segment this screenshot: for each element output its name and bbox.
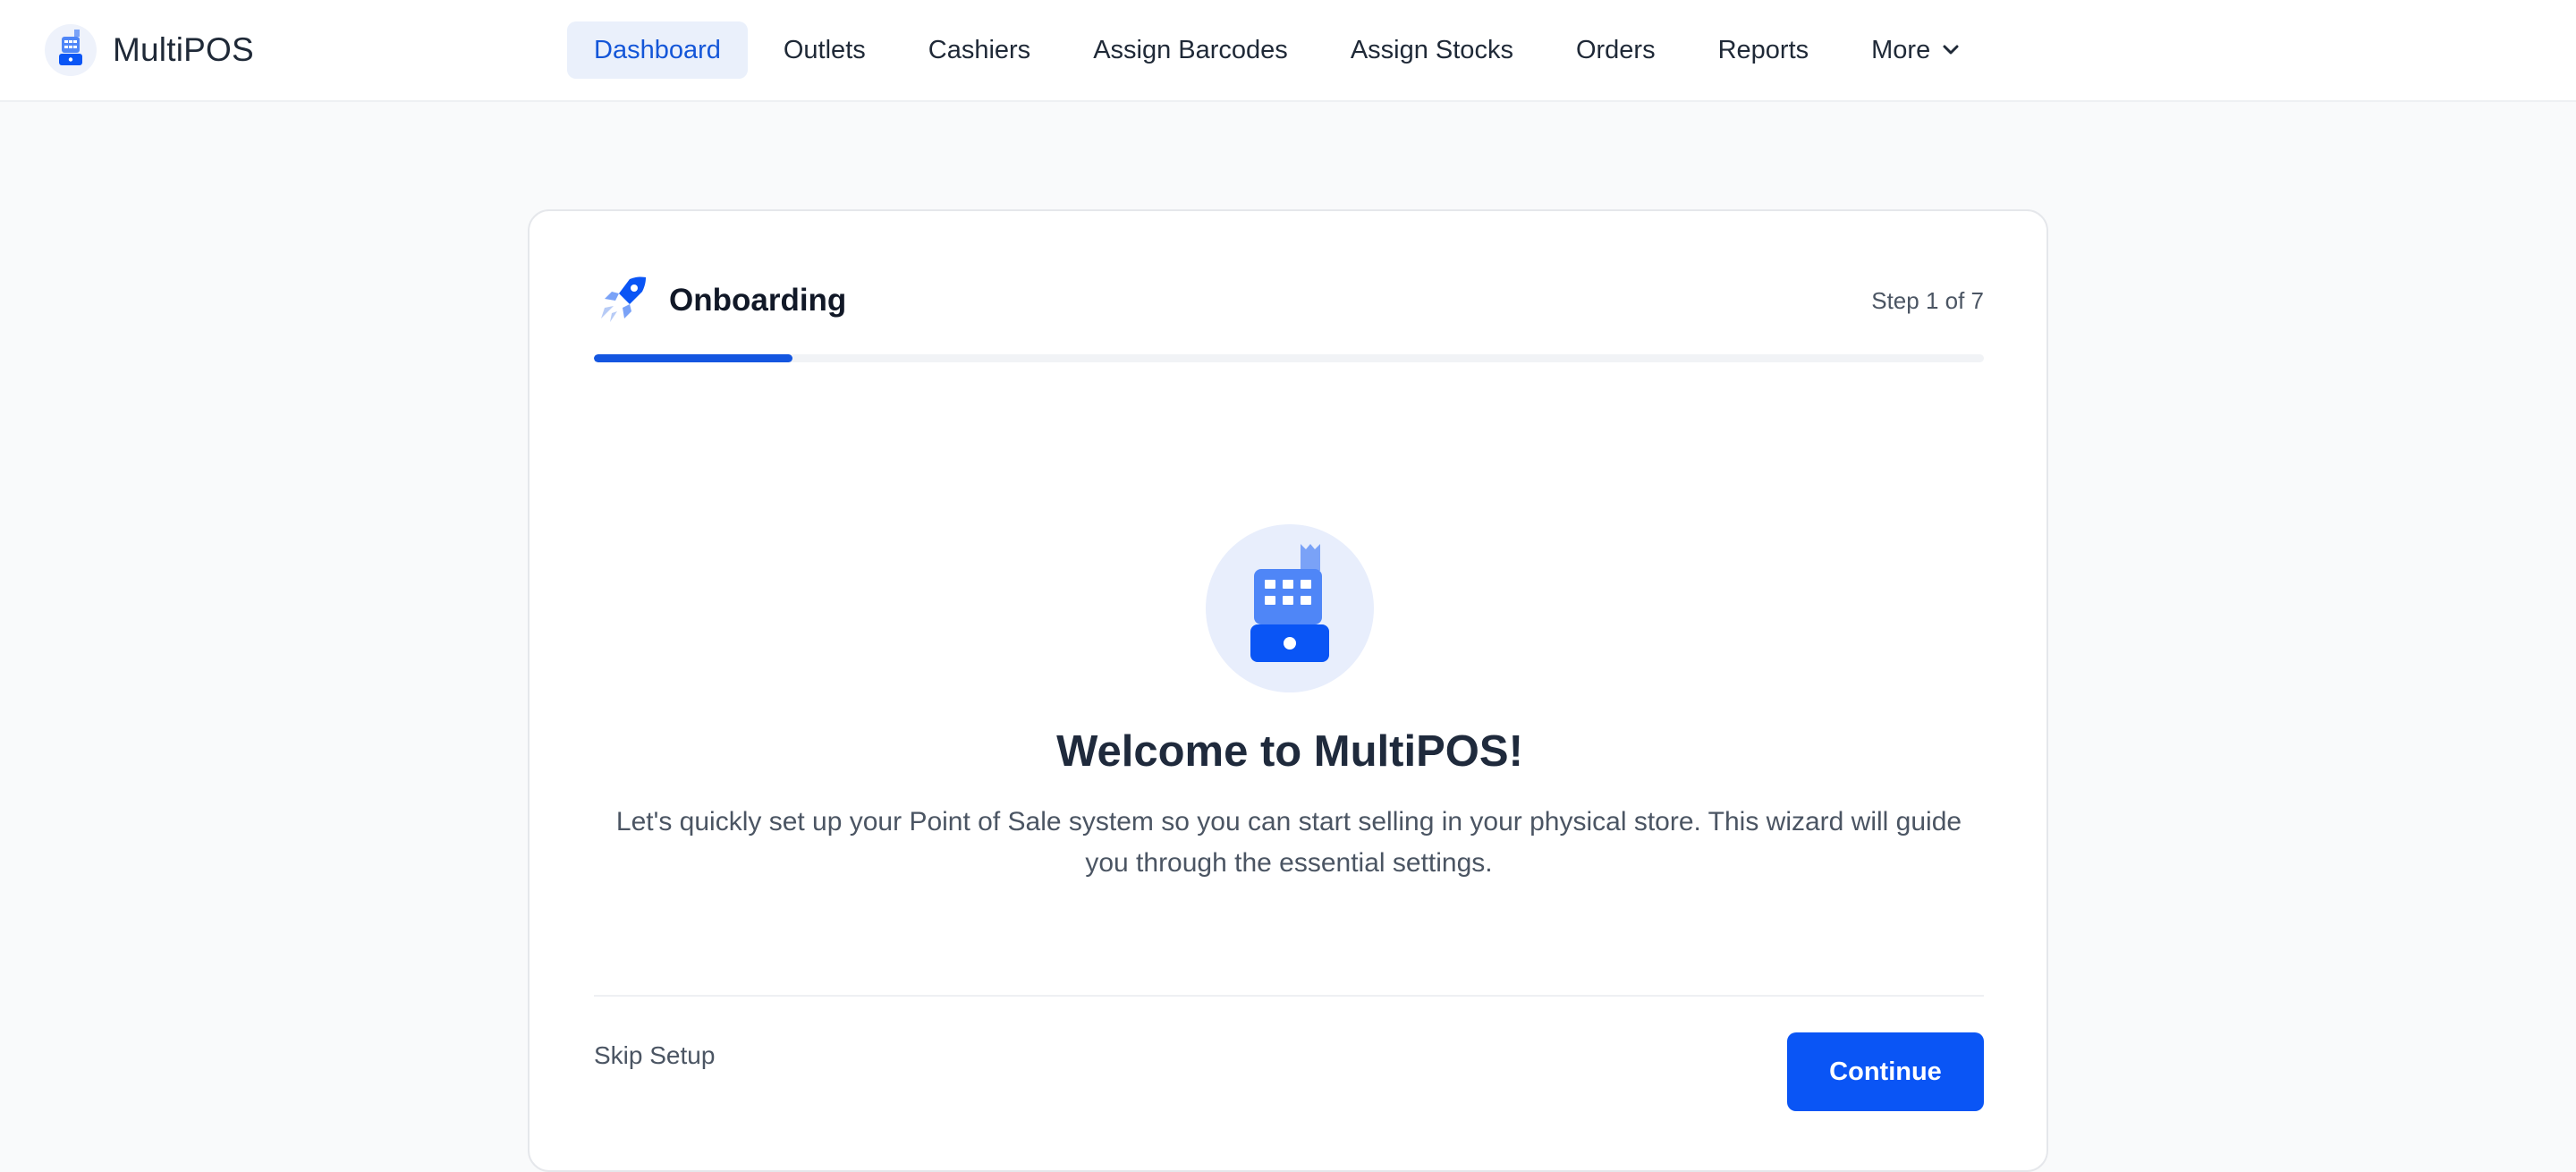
skip-setup-link[interactable]: Skip Setup bbox=[594, 1032, 715, 1079]
nav-item-label: Dashboard bbox=[594, 35, 721, 64]
nav-item-label: Assign Stocks bbox=[1350, 35, 1513, 64]
chevron-down-icon bbox=[1941, 40, 1961, 60]
cash-register-icon bbox=[45, 24, 97, 76]
welcome-title: Welcome to MultiPOS! bbox=[1056, 727, 1523, 776]
nav-item-dashboard[interactable]: Dashboard bbox=[567, 21, 748, 79]
onboarding-title-text: Onboarding bbox=[669, 283, 847, 318]
nav-item-label: Outlets bbox=[783, 35, 866, 64]
nav-item-label: Reports bbox=[1717, 35, 1809, 64]
top-navigation-bar: MultiPOS Dashboard Outlets Cashiers Assi… bbox=[0, 0, 2576, 102]
onboarding-title: Onboarding bbox=[594, 272, 846, 329]
step-indicator: Step 1 of 7 bbox=[1871, 286, 1984, 314]
welcome-description: Let's quickly set up your Point of Sale … bbox=[615, 807, 1962, 878]
nav-item-label: Assign Barcodes bbox=[1093, 35, 1288, 64]
nav-item-label: Cashiers bbox=[928, 35, 1031, 64]
nav-item-more[interactable]: More bbox=[1844, 21, 1987, 79]
nav-item-label: More bbox=[1871, 35, 1931, 64]
nav-item-assign-stocks[interactable]: Assign Stocks bbox=[1324, 21, 1540, 79]
nav-item-assign-barcodes[interactable]: Assign Barcodes bbox=[1066, 21, 1315, 79]
onboarding-card: Onboarding Step 1 of 7 Welcome to MultiP… bbox=[528, 209, 2048, 1172]
progress-fill bbox=[594, 354, 792, 362]
brand[interactable]: MultiPOS bbox=[45, 23, 254, 77]
brand-name: MultiPOS bbox=[113, 31, 254, 68]
footer-divider bbox=[594, 995, 1984, 997]
nav-item-outlets[interactable]: Outlets bbox=[757, 21, 893, 79]
card-header: Onboarding Step 1 of 7 bbox=[594, 272, 1984, 329]
nav-item-label: Orders bbox=[1575, 35, 1656, 64]
nav-item-cashiers[interactable]: Cashiers bbox=[902, 21, 1057, 79]
cash-register-icon bbox=[1206, 524, 1374, 692]
nav-item-reports[interactable]: Reports bbox=[1691, 21, 1836, 79]
rocket-icon bbox=[594, 270, 651, 332]
main-nav: Dashboard Outlets Cashiers Assign Barcod… bbox=[567, 21, 1996, 79]
progress-bar bbox=[594, 354, 1984, 362]
nav-item-orders[interactable]: Orders bbox=[1549, 21, 1682, 79]
continue-button[interactable]: Continue bbox=[1787, 1032, 1984, 1111]
